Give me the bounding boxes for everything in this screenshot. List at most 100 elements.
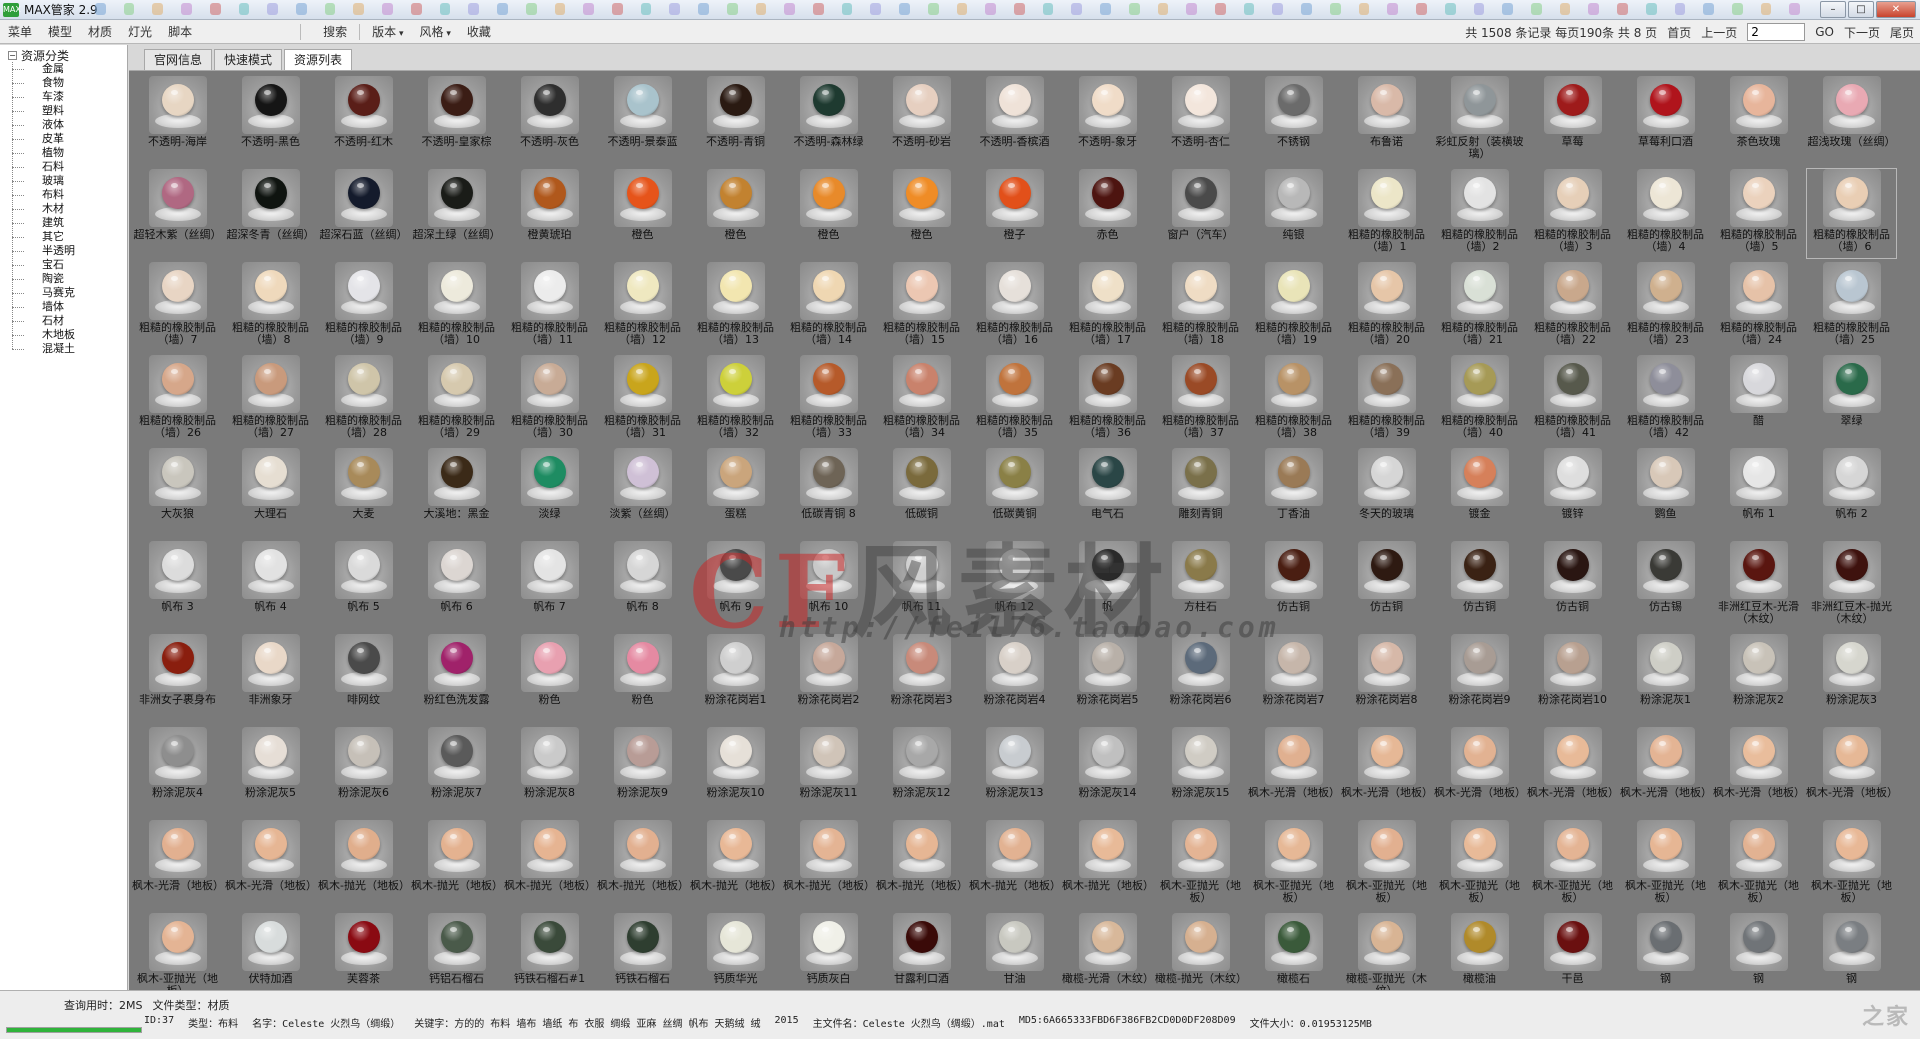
- material-item[interactable]: 彩虹反射（装横玻璃）: [1433, 74, 1526, 167]
- material-item[interactable]: 粉色: [503, 632, 596, 725]
- material-item[interactable]: 粗糙的橡胶制品（墙）18: [1154, 260, 1247, 353]
- material-item[interactable]: 粗糙的橡胶制品（墙）20: [1340, 260, 1433, 353]
- material-item[interactable]: 超深冬青（丝绸）: [224, 167, 317, 260]
- material-item[interactable]: 低碳黄铜: [968, 446, 1061, 539]
- material-item[interactable]: 超轻木紫（丝绸）: [131, 167, 224, 260]
- material-item[interactable]: 帆布 9: [689, 539, 782, 632]
- material-item[interactable]: 低碳青铜 8: [782, 446, 875, 539]
- material-item[interactable]: 粗糙的橡胶制品（墙）27: [224, 353, 317, 446]
- material-item[interactable]: 帆布 12: [968, 539, 1061, 632]
- material-item[interactable]: 粉涂花岗岩6: [1154, 632, 1247, 725]
- material-item[interactable]: 粗糙的橡胶制品（墙）35: [968, 353, 1061, 446]
- material-item[interactable]: 帆布 10: [782, 539, 875, 632]
- material-item[interactable]: 枫木-抛光（地板）: [968, 818, 1061, 911]
- material-item[interactable]: 枫木-亚抛光（地板）: [1712, 818, 1805, 911]
- tree-item[interactable]: 液体: [12, 118, 127, 132]
- material-item[interactable]: 草莓: [1526, 74, 1619, 167]
- material-item[interactable]: 粗糙的橡胶制品（墙）42: [1619, 353, 1712, 446]
- material-item[interactable]: 钢: [1805, 911, 1898, 990]
- material-item[interactable]: 粗糙的橡胶制品（墙）28: [317, 353, 410, 446]
- favorites-button[interactable]: 收藏: [459, 23, 499, 40]
- material-item[interactable]: 镀金: [1433, 446, 1526, 539]
- material-item[interactable]: 枫木-抛光（地板）: [782, 818, 875, 911]
- next-page-button[interactable]: 下一页: [1844, 24, 1880, 41]
- material-item[interactable]: 不透明-青铜: [689, 74, 782, 167]
- material-item[interactable]: 粉红色洗发露: [410, 632, 503, 725]
- material-item[interactable]: 枫木-抛光（地板）: [410, 818, 503, 911]
- material-item[interactable]: 枫木-抛光（地板）: [689, 818, 782, 911]
- material-item[interactable]: 粗糙的橡胶制品（墙）29: [410, 353, 503, 446]
- material-item[interactable]: 枫木-光滑（地板）: [224, 818, 317, 911]
- material-item[interactable]: 粉涂泥灰2: [1712, 632, 1805, 725]
- material-item[interactable]: 仿古铜: [1247, 539, 1340, 632]
- material-item[interactable]: 粗糙的橡胶制品（墙）1: [1340, 167, 1433, 260]
- material-item[interactable]: 低碳铜: [875, 446, 968, 539]
- tree-root[interactable]: − 资源分类: [0, 48, 127, 63]
- material-item[interactable]: 帆布 6: [410, 539, 503, 632]
- material-item[interactable]: 橙色: [689, 167, 782, 260]
- material-item[interactable]: 枫木-光滑（地板）: [1247, 725, 1340, 818]
- material-item[interactable]: 帆布 2: [1805, 446, 1898, 539]
- tree-item[interactable]: 陶瓷: [12, 272, 127, 286]
- material-item[interactable]: 粗糙的橡胶制品（墙）31: [596, 353, 689, 446]
- tree-item[interactable]: 建筑: [12, 216, 127, 230]
- material-item[interactable]: 大灰狼: [131, 446, 224, 539]
- material-item[interactable]: 帆布 8: [596, 539, 689, 632]
- material-item[interactable]: 鹦鱼: [1619, 446, 1712, 539]
- material-item[interactable]: 非洲女子裹身布: [131, 632, 224, 725]
- material-item[interactable]: 橙色: [782, 167, 875, 260]
- version-dropdown[interactable]: 版本: [364, 23, 411, 40]
- material-item[interactable]: 仿古铜: [1433, 539, 1526, 632]
- material-item[interactable]: 不透明-砂岩: [875, 74, 968, 167]
- material-item[interactable]: 枫木-抛光（地板）: [503, 818, 596, 911]
- prev-page-button[interactable]: 上一页: [1701, 24, 1737, 41]
- material-item[interactable]: 粉涂泥灰15: [1154, 725, 1247, 818]
- material-item[interactable]: 超深土绿（丝绸）: [410, 167, 503, 260]
- tree-item[interactable]: 木材: [12, 202, 127, 216]
- material-item[interactable]: 非洲象牙: [224, 632, 317, 725]
- material-item[interactable]: 超深石蓝（丝绸）: [317, 167, 410, 260]
- style-dropdown[interactable]: 风格: [412, 23, 459, 40]
- material-item[interactable]: 钢: [1712, 911, 1805, 990]
- material-item[interactable]: 橙子: [968, 167, 1061, 260]
- material-item[interactable]: 钢: [1619, 911, 1712, 990]
- material-item[interactable]: 枫木-亚抛光（地板）: [1154, 818, 1247, 911]
- material-item[interactable]: 电气石: [1061, 446, 1154, 539]
- material-item[interactable]: 帆布 5: [317, 539, 410, 632]
- tree-item[interactable]: 宝石: [12, 258, 127, 272]
- material-item[interactable]: 粗糙的橡胶制品（墙）11: [503, 260, 596, 353]
- material-item[interactable]: 粗糙的橡胶制品（墙）19: [1247, 260, 1340, 353]
- material-item[interactable]: 不透明-海岸: [131, 74, 224, 167]
- material-item[interactable]: 翠绿: [1805, 353, 1898, 446]
- material-item[interactable]: 方柱石: [1154, 539, 1247, 632]
- material-item[interactable]: 粉涂花岗岩10: [1526, 632, 1619, 725]
- material-item[interactable]: 粗糙的橡胶制品（墙）21: [1433, 260, 1526, 353]
- tab-quick-mode[interactable]: 快速模式: [214, 49, 283, 70]
- material-item[interactable]: 粗糙的橡胶制品（墙）40: [1433, 353, 1526, 446]
- material-item[interactable]: 橄榄-光滑（木纹）: [1061, 911, 1154, 990]
- material-item[interactable]: 干邑: [1526, 911, 1619, 990]
- material-item[interactable]: 粗糙的橡胶制品（墙）5: [1712, 167, 1805, 260]
- first-page-button[interactable]: 首页: [1667, 24, 1691, 41]
- material-item[interactable]: 粉涂泥灰5: [224, 725, 317, 818]
- material-item[interactable]: 淡绿: [503, 446, 596, 539]
- material-item[interactable]: 枫木-光滑（地板）: [1712, 725, 1805, 818]
- menu-model[interactable]: 模型: [40, 23, 80, 40]
- material-item[interactable]: 枫木-亚抛光（地板）: [1805, 818, 1898, 911]
- tree-item[interactable]: 食物: [12, 76, 127, 90]
- tree-item[interactable]: 其它: [12, 230, 127, 244]
- material-item[interactable]: 淡紫（丝绸）: [596, 446, 689, 539]
- tree-item[interactable]: 布料: [12, 188, 127, 202]
- material-item[interactable]: 枫木-亚抛光（地板）: [1526, 818, 1619, 911]
- tree-item[interactable]: 混凝土: [12, 342, 127, 356]
- material-item[interactable]: 钙铝石榴石: [410, 911, 503, 990]
- menu-main[interactable]: 菜单: [0, 23, 40, 40]
- tree-item[interactable]: 半透明: [12, 244, 127, 258]
- material-item[interactable]: 窗户（汽车）: [1154, 167, 1247, 260]
- material-item[interactable]: 雕刻青铜: [1154, 446, 1247, 539]
- material-item[interactable]: 粉涂泥灰13: [968, 725, 1061, 818]
- material-item[interactable]: 甘油: [968, 911, 1061, 990]
- material-item[interactable]: 镀锌: [1526, 446, 1619, 539]
- material-item[interactable]: 粗糙的橡胶制品（墙）2: [1433, 167, 1526, 260]
- material-item[interactable]: 粉涂泥灰12: [875, 725, 968, 818]
